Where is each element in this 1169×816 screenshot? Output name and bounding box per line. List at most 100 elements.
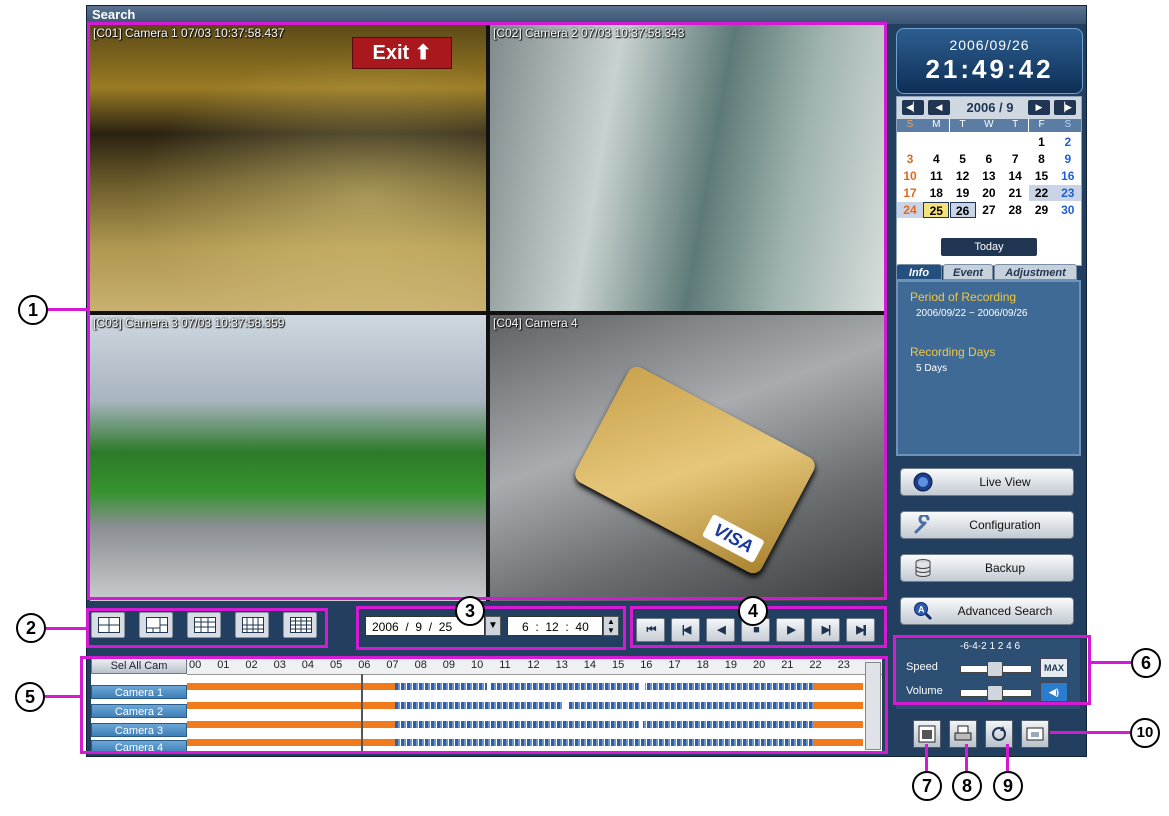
calendar-day[interactable]: 3 [897,151,923,167]
calendar-day[interactable]: 6 [976,151,1002,167]
callout-5: 5 [15,682,45,712]
calendar-day[interactable]: 13 [976,168,1002,184]
calendar-empty-cell [976,134,1002,150]
calendar-day[interactable]: 20 [976,185,1002,201]
export-icon [1026,727,1044,741]
tab-event[interactable]: Event [943,264,993,280]
clock-time: 21:49:42 [925,54,1054,84]
calendar-day[interactable]: 27 [976,202,1002,218]
callout-line-2 [46,627,86,630]
callout-highlight-5 [80,656,888,754]
callout-line-6 [1091,661,1131,664]
callout-1: 1 [18,295,48,325]
prev-year-button[interactable]: ◀▏ [902,100,924,115]
print-button[interactable] [949,720,977,748]
calendar-day[interactable]: 21 [1002,185,1028,201]
calendar-day[interactable]: 9 [1055,151,1081,167]
calendar-empty-cell [897,134,923,150]
callout-7: 7 [912,771,942,801]
callout-line-10 [1050,731,1130,734]
calendar-day[interactable]: 30 [1055,202,1081,218]
side-tabs: Info Event Adjustment [896,264,1081,280]
calendar-day[interactable]: 19 [950,185,976,201]
callout-3: 3 [455,596,485,626]
calendar-day[interactable]: 25 [923,202,950,218]
calendar-day[interactable]: 16 [1055,168,1081,184]
calendar: ◀▏ ◀ 2006 / 9 ▶ ▕▶ S M T W T F S 1 2 3 4 5 6 7 8 9 10 11 1… [896,96,1082,266]
today-button[interactable]: Today [941,238,1037,256]
calendar-day[interactable]: 7 [1002,151,1028,167]
backup-button[interactable]: Backup [900,554,1074,582]
weekday-label: S [897,119,923,132]
callout-8: 8 [952,771,982,801]
calendar-day[interactable]: 11 [923,168,949,184]
calendar-day[interactable]: 5 [950,151,976,167]
weekday-label: F [1028,119,1055,132]
weekday-label: S [1054,119,1081,132]
calendar-empty-cell [950,134,976,150]
clock-display: 2006/09/26 21:49:42 [896,28,1083,94]
info-panel: Period of Recording 2006/09/22 ~ 2006/09… [896,280,1081,456]
callout-highlight-3 [356,606,626,650]
tab-info[interactable]: Info [896,264,942,280]
clock-date: 2006/09/26 [949,37,1030,53]
callout-line-1 [46,308,88,311]
callout-line-9 [1006,744,1009,772]
weekday-label: M [923,119,950,132]
calendar-day[interactable]: 14 [1002,168,1028,184]
calendar-day[interactable]: 10 [897,168,923,184]
calendar-day[interactable]: 24 [897,202,923,218]
prev-month-button[interactable]: ◀ [928,100,950,115]
export-button[interactable] [1021,720,1049,748]
calendar-day[interactable]: 12 [950,168,976,184]
callout-line-5 [44,695,80,698]
next-month-button[interactable]: ▶ [1028,100,1050,115]
snapshot-icon [918,725,936,743]
period-value: 2006/09/22 ~ 2006/09/26 [916,308,1028,319]
callout-highlight-2 [86,608,328,648]
refresh-icon [992,726,1006,741]
calendar-day[interactable]: 28 [1002,202,1028,218]
calendar-day[interactable]: 29 [1029,202,1055,218]
period-label: Period of Recording [910,290,1017,304]
configuration-button[interactable]: Configuration [900,511,1074,539]
callout-line-7 [925,744,928,772]
callout-highlight-1 [87,22,887,600]
callout-highlight-6 [893,635,1091,705]
svg-text:A: A [918,605,925,615]
recording-days-value: 5 Days [916,363,948,374]
magnifier-icon: A [914,602,933,621]
callout-9: 9 [993,771,1023,801]
calendar-day[interactable]: 1 [1029,134,1055,150]
configuration-label: Configuration [969,518,1041,532]
advanced-search-button[interactable]: A Advanced Search [900,597,1074,625]
database-icon [915,559,931,577]
calendar-day[interactable]: 23 [1054,185,1081,201]
callout-4: 4 [738,596,768,626]
recording-days-label: Recording Days [910,345,996,359]
backup-label: Backup [984,561,1026,575]
weekday-label: T [949,119,976,132]
calendar-day[interactable]: 26 [949,202,976,218]
live-view-button[interactable]: Live View [900,468,1074,496]
callout-10: 10 [1130,718,1160,748]
next-year-button[interactable]: ▕▶ [1054,100,1076,115]
calendar-day[interactable]: 22 [1028,185,1055,201]
weekday-label: W [975,119,1002,132]
calendar-empty-cell [923,134,949,150]
calendar-day[interactable]: 2 [1055,134,1081,150]
wrench-icon [914,515,930,534]
live-view-label: Live View [979,475,1031,489]
weekday-label: T [1002,119,1029,132]
callout-2: 2 [16,613,46,643]
calendar-day[interactable]: 18 [923,185,949,201]
calendar-day[interactable]: 15 [1029,168,1055,184]
calendar-day[interactable]: 8 [1029,151,1055,167]
advanced-search-label: Advanced Search [957,604,1053,618]
calendar-day[interactable]: 17 [897,185,923,201]
globe-icon [913,472,933,492]
calendar-day[interactable]: 4 [923,151,949,167]
tab-adjustment[interactable]: Adjustment [994,264,1077,280]
callout-line-8 [965,744,968,772]
calendar-title: 2006 / 9 [966,100,1014,115]
